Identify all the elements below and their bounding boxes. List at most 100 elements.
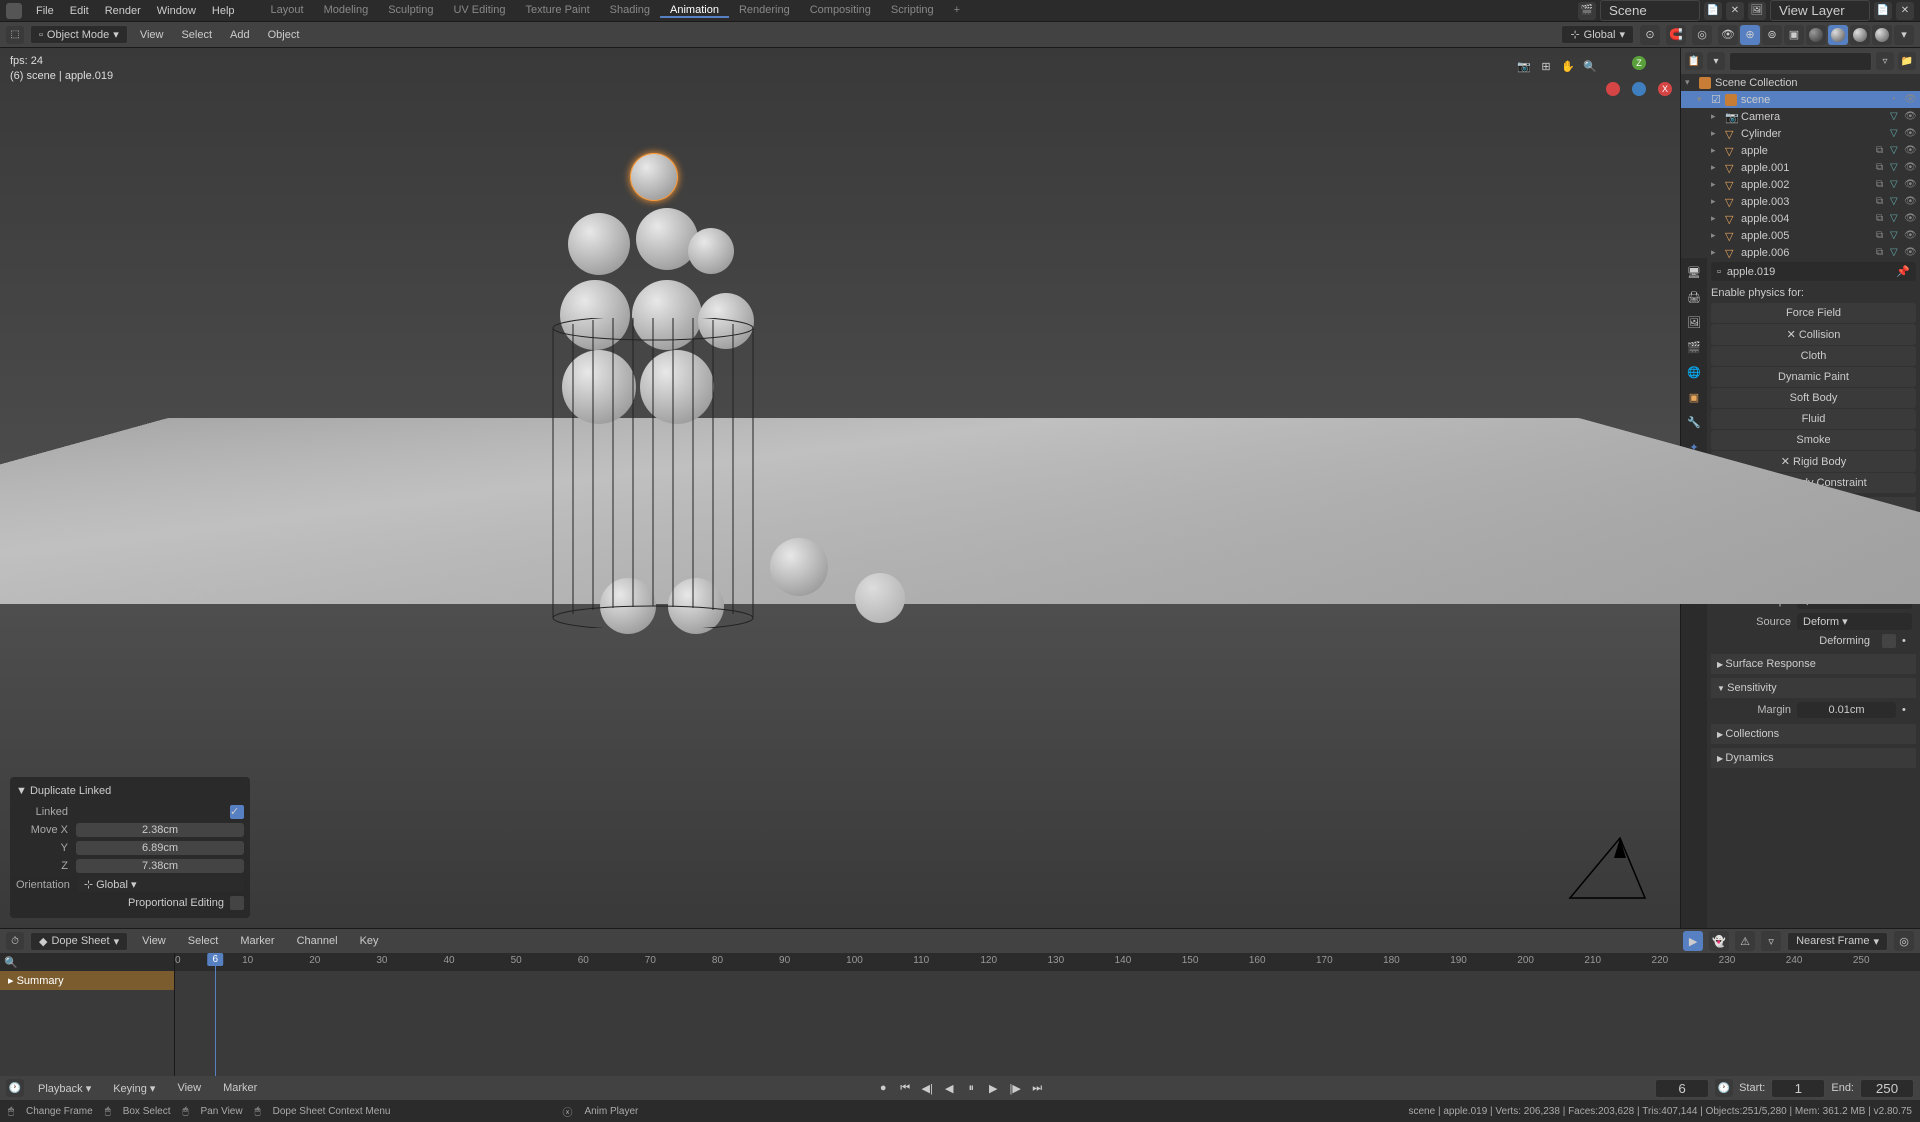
show-hidden-icon[interactable]: 👻 [1709, 931, 1729, 951]
tree-item-Camera[interactable]: ▸ 📷 Camera ▽ 👁 [1681, 108, 1920, 125]
orientation-selector[interactable]: ⊹ Global ▾ [1561, 25, 1634, 44]
scene-name-input[interactable] [1600, 0, 1700, 21]
tree-item-apple.004[interactable]: ▸ ▽ apple.004 ⧉ ▽ 👁 [1681, 210, 1920, 227]
tree-item-apple.003[interactable]: ▸ ▽ apple.003 ⧉ ▽ 👁 [1681, 193, 1920, 210]
tl-view[interactable]: View [169, 1082, 209, 1094]
dope-mode-select[interactable]: ◆Dope Sheet▾ [30, 932, 128, 951]
summary-channel[interactable]: ▸ Summary [0, 971, 174, 990]
propedit-dope-icon[interactable]: ◎ [1894, 931, 1914, 951]
pan-icon[interactable]: ✋ [1558, 56, 1578, 76]
restrict-icon[interactable]: ▽ [1890, 196, 1902, 208]
xray-icon[interactable]: ▣ [1784, 25, 1804, 45]
tab-scene[interactable]: 🎬 [1682, 335, 1706, 359]
menu-render[interactable]: Render [97, 5, 149, 17]
rb-source-select[interactable]: Deform ▾ [1797, 613, 1912, 630]
tree-item-apple.005[interactable]: ▸ ▽ apple.005 ⧉ ▽ 👁 [1681, 227, 1920, 244]
viewlayer-del-icon[interactable]: ✕ [1896, 2, 1914, 20]
physics-fluid-button[interactable]: Fluid [1711, 409, 1916, 429]
close-icon[interactable]: ⓧ [562, 1104, 572, 1119]
exclude-icon[interactable]: ◔ [1890, 94, 1902, 106]
scene-del-icon[interactable]: ✕ [1726, 2, 1744, 20]
start-frame-input[interactable] [1771, 1079, 1825, 1098]
frame-lock-icon[interactable]: 🕐 [1715, 1079, 1733, 1097]
tree-item-apple.006[interactable]: ▸ ▽ apple.006 ⧉ ▽ 👁 [1681, 244, 1920, 258]
scene-browse-icon[interactable]: 🎬 [1578, 2, 1596, 20]
overlays-icon[interactable]: ⊚ [1762, 25, 1782, 45]
link-icon[interactable]: ⧉ [1876, 230, 1888, 242]
restrict-icon[interactable]: ▽ [1890, 179, 1902, 191]
link-icon[interactable]: ⧉ [1876, 179, 1888, 191]
show-errors-icon[interactable]: ⚠ [1735, 931, 1755, 951]
propedit-checkbox[interactable] [230, 896, 244, 910]
show-selected-icon[interactable]: ▶ [1683, 931, 1703, 951]
vp-menu-view[interactable]: View [134, 29, 170, 41]
tab-world[interactable]: 🌐 [1682, 360, 1706, 384]
dope-editor-icon[interactable]: ⏱ [6, 932, 24, 950]
playhead[interactable]: 6 [215, 953, 216, 1076]
end-frame-input[interactable] [1860, 1079, 1914, 1098]
jump-start-icon[interactable]: ⏮ [896, 1079, 914, 1097]
apple-obj[interactable] [636, 208, 698, 270]
pause-icon[interactable]: ⏸ [962, 1079, 980, 1097]
new-collection-icon[interactable]: 📁 [1898, 52, 1916, 70]
zoom-icon[interactable]: 🔍 [1580, 56, 1600, 76]
autokey-icon[interactable]: ● [874, 1079, 892, 1097]
scene-new-icon[interactable]: 📄 [1704, 2, 1722, 20]
camera-view-icon[interactable]: 📷 [1514, 56, 1534, 76]
ws-sculpting[interactable]: Sculpting [378, 4, 443, 18]
mode-selector[interactable]: ▫ Object Mode ▾ [30, 25, 128, 44]
tab-modifier[interactable]: 🔧 [1682, 410, 1706, 434]
wireframe-shading-icon[interactable] [1806, 25, 1826, 45]
physics-collision-button[interactable]: ✕ Collision [1711, 324, 1916, 345]
snap-icon[interactable]: 🧲 [1666, 25, 1686, 45]
restrict-icon[interactable]: ▽ [1890, 213, 1902, 225]
restrict-icon[interactable]: ▽ [1890, 247, 1902, 259]
camera-object[interactable] [1530, 828, 1650, 908]
viewlayer-icon[interactable]: 🖼 [1748, 2, 1766, 20]
tree-item-apple[interactable]: ▸ ▽ apple ⧉ ▽ 👁 [1681, 142, 1920, 159]
dope-select[interactable]: Select [180, 935, 227, 947]
link-icon[interactable]: ⧉ [1876, 162, 1888, 174]
link-icon[interactable]: ⧉ [1876, 196, 1888, 208]
cloth-obj[interactable] [855, 573, 905, 623]
apple-selected[interactable] [630, 153, 678, 201]
pin-icon[interactable]: 📌 [1896, 265, 1910, 278]
persp-toggle-icon[interactable]: ⊞ [1536, 56, 1556, 76]
eye-icon[interactable]: 👁 [1904, 162, 1916, 174]
ws-scripting[interactable]: Scripting [881, 4, 944, 18]
rendered-shading-icon[interactable] [1872, 25, 1892, 45]
move-x-input[interactable]: 2.38cm [76, 823, 244, 837]
keyframe-next-icon[interactable]: |▶ [1006, 1079, 1024, 1097]
eye-icon[interactable]: 👁 [1904, 94, 1916, 106]
eye-icon[interactable]: 👁 [1904, 145, 1916, 157]
tree-item-apple.002[interactable]: ▸ ▽ apple.002 ⧉ ▽ 👁 [1681, 176, 1920, 193]
ws-modeling[interactable]: Modeling [314, 4, 379, 18]
restrict-icon[interactable]: ▽ [1890, 145, 1902, 157]
playback-menu[interactable]: Playback ▾ [30, 1082, 99, 1095]
physics-smoke-button[interactable]: Smoke [1711, 430, 1916, 450]
outliner-display-icon[interactable]: ▾ [1707, 52, 1725, 70]
apple-obj[interactable] [770, 538, 828, 596]
dope-marker[interactable]: Marker [232, 935, 282, 947]
menu-help[interactable]: Help [204, 5, 243, 17]
nav-gizmo[interactable]: Z X [1606, 56, 1672, 122]
link-icon[interactable]: ⧉ [1876, 247, 1888, 259]
axis-center-icon[interactable] [1632, 82, 1646, 96]
menu-window[interactable]: Window [149, 5, 204, 17]
tab-object[interactable]: ▣ [1682, 385, 1706, 409]
tl-marker[interactable]: Marker [215, 1082, 265, 1094]
deforming-checkbox[interactable] [1882, 634, 1896, 648]
solid-shading-icon[interactable] [1828, 25, 1848, 45]
apple-obj[interactable] [568, 213, 630, 275]
ws-uv[interactable]: UV Editing [443, 4, 515, 18]
move-z-input[interactable]: 7.38cm [76, 859, 244, 873]
lookdev-shading-icon[interactable] [1850, 25, 1870, 45]
surface-panel[interactable]: Surface Response [1711, 654, 1916, 674]
keyframe-prev-icon[interactable]: ◀| [918, 1079, 936, 1097]
eye-icon[interactable]: 👁 [1904, 196, 1916, 208]
vp-menu-object[interactable]: Object [262, 29, 306, 41]
ws-layout[interactable]: Layout [261, 4, 314, 18]
restrict-icon[interactable]: ▽ [1890, 111, 1902, 123]
tab-viewlayer[interactable]: 🖼 [1682, 310, 1706, 334]
physics-cloth-button[interactable]: Cloth [1711, 346, 1916, 366]
